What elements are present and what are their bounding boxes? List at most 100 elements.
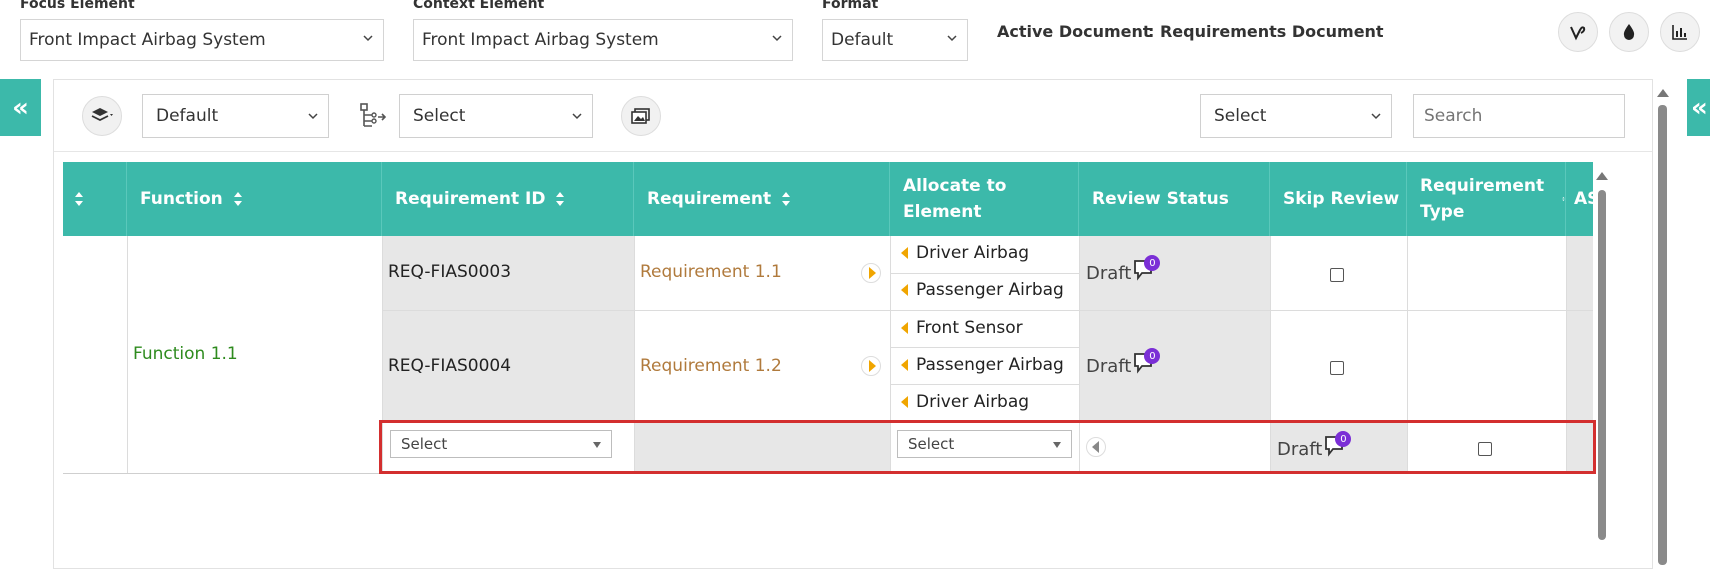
vine-button[interactable] <box>1558 12 1598 52</box>
table-scrollbar-thumb[interactable] <box>1598 190 1606 540</box>
double-chevron-left-icon: « <box>12 92 29 123</box>
review-status: Draft 0 <box>1086 348 1161 377</box>
skip-review-checkbox[interactable] <box>1330 361 1344 375</box>
allocated-element[interactable]: Passenger Airbag <box>901 280 1064 300</box>
allocated-element[interactable]: Driver Airbag <box>901 243 1029 263</box>
header-requirement-id[interactable]: Requirement ID <box>382 162 634 236</box>
grid-line <box>382 310 1593 311</box>
sort-icon <box>556 192 565 206</box>
active-document-label: Active Document <box>997 22 1151 41</box>
review-status: Draft 0 <box>1086 255 1161 284</box>
focus-element-label: Focus Element <box>20 0 135 12</box>
vine-icon <box>1570 26 1586 41</box>
header-requirement-id-label: Requirement ID <box>395 189 546 209</box>
scroll-up-icon[interactable] <box>1657 89 1669 97</box>
left-collapse-tab[interactable]: « <box>0 79 41 136</box>
header-skip-review-label: Skip Review <box>1283 189 1400 209</box>
bar-chart-button[interactable] <box>1660 12 1700 52</box>
hierarchy-select[interactable]: Select <box>399 94 593 138</box>
chevron-down-icon <box>947 35 957 42</box>
header-requirement[interactable]: Requirement <box>634 162 890 236</box>
header-truncated-column: AS <box>1566 162 1593 236</box>
expand-arrow-button[interactable] <box>861 263 881 283</box>
header-req-type-label-1: Requirement <box>1420 176 1545 196</box>
allocated-element[interactable]: Passenger Airbag <box>901 355 1064 375</box>
chevron-down-icon <box>572 113 582 120</box>
arrow-right-icon <box>868 360 876 372</box>
chevron-down-icon <box>1371 113 1381 120</box>
arrow-left-icon <box>901 284 908 296</box>
header-truncated-label: AS <box>1574 189 1593 209</box>
panel-scrollbar-thumb[interactable] <box>1658 105 1667 565</box>
header-sort-all[interactable] <box>63 162 127 236</box>
function-name[interactable]: Function 1.1 <box>133 344 238 364</box>
gallery-icon <box>631 108 650 124</box>
header-requirement-type[interactable]: Requirement Type <box>1407 162 1566 236</box>
gallery-button[interactable] <box>621 96 661 136</box>
double-chevron-left-icon: « <box>1691 92 1708 123</box>
format-select[interactable]: Default <box>822 19 968 61</box>
highlighted-new-row <box>379 420 1596 474</box>
toolbar-divider <box>54 151 1652 152</box>
context-element-select[interactable]: Front Impact Airbag System <box>413 19 793 61</box>
drop-button[interactable] <box>1609 12 1649 52</box>
bar-chart-icon <box>1672 25 1687 40</box>
review-status-label: Draft <box>1086 263 1132 284</box>
hierarchy-icon <box>358 101 388 135</box>
skip-review-checkbox[interactable] <box>1330 268 1344 282</box>
scroll-up-icon[interactable] <box>1596 172 1608 180</box>
arrow-right-icon <box>868 267 876 279</box>
header-function[interactable]: Function <box>127 162 382 236</box>
arrow-left-icon <box>901 396 908 408</box>
hierarchy-select-value: Select <box>413 106 466 126</box>
view-select[interactable]: Default <box>142 94 329 138</box>
grid-line <box>127 236 128 473</box>
header-review-status-label: Review Status <box>1092 189 1229 209</box>
header-review-status: Review Status <box>1079 162 1270 236</box>
review-status-label: Draft <box>1086 356 1132 377</box>
allocated-element-label: Passenger Airbag <box>916 280 1064 300</box>
search-input[interactable] <box>1413 94 1625 138</box>
context-element-label: Context Element <box>413 0 545 12</box>
requirement-id: REQ-FIAS0003 <box>388 262 512 282</box>
arrow-left-icon <box>901 359 908 371</box>
format-label: Format <box>822 0 879 12</box>
header-requirement-label: Requirement <box>647 189 772 209</box>
header-skip-review: Skip Review <box>1270 162 1407 236</box>
requirement-id: REQ-FIAS0004 <box>388 356 512 376</box>
header-allocate-label-2: Element <box>903 202 982 222</box>
layers-icon <box>91 108 113 122</box>
requirement-text[interactable]: Requirement 1.2 <box>640 356 782 376</box>
chevron-down-icon <box>772 35 782 42</box>
main-panel <box>53 79 1653 569</box>
allocated-element-label: Driver Airbag <box>916 243 1030 263</box>
comment-button[interactable]: 0 <box>1133 348 1161 376</box>
filter-select-value: Select <box>1214 106 1267 126</box>
allocated-element[interactable]: Driver Airbag <box>901 392 1029 412</box>
allocated-element-label: Front Sensor <box>916 318 1023 338</box>
header-allocate-to-element[interactable]: Allocate to Element <box>890 162 1079 236</box>
right-collapse-tab[interactable]: « <box>1687 79 1710 136</box>
view-select-value: Default <box>156 106 219 126</box>
requirement-text[interactable]: Requirement 1.1 <box>640 262 782 282</box>
layers-button[interactable] <box>82 96 122 136</box>
sort-icon <box>233 192 242 206</box>
focus-element-select[interactable]: Front Impact Airbag System <box>20 19 384 61</box>
header-req-type-label-2: Type <box>1420 202 1465 222</box>
sort-icon <box>1562 196 1565 202</box>
allocated-element-label: Driver Airbag <box>916 392 1030 412</box>
allocated-element[interactable]: Front Sensor <box>901 318 1023 338</box>
grid-line <box>890 347 1079 348</box>
allocated-element-label: Passenger Airbag <box>916 355 1064 375</box>
filter-select[interactable]: Select <box>1200 94 1392 138</box>
active-document-value: : Requirements Document <box>1148 22 1384 41</box>
expand-arrow-button[interactable] <box>861 356 881 376</box>
grid-line <box>890 273 1079 274</box>
header-allocate-label-1: Allocate to <box>903 176 1007 196</box>
comment-button[interactable]: 0 <box>1133 255 1161 283</box>
format-value: Default <box>831 30 894 50</box>
header-function-label: Function <box>140 189 223 209</box>
chevron-down-icon <box>308 113 318 120</box>
comment-count-badge: 0 <box>1144 255 1161 271</box>
context-element-value: Front Impact Airbag System <box>422 30 659 50</box>
